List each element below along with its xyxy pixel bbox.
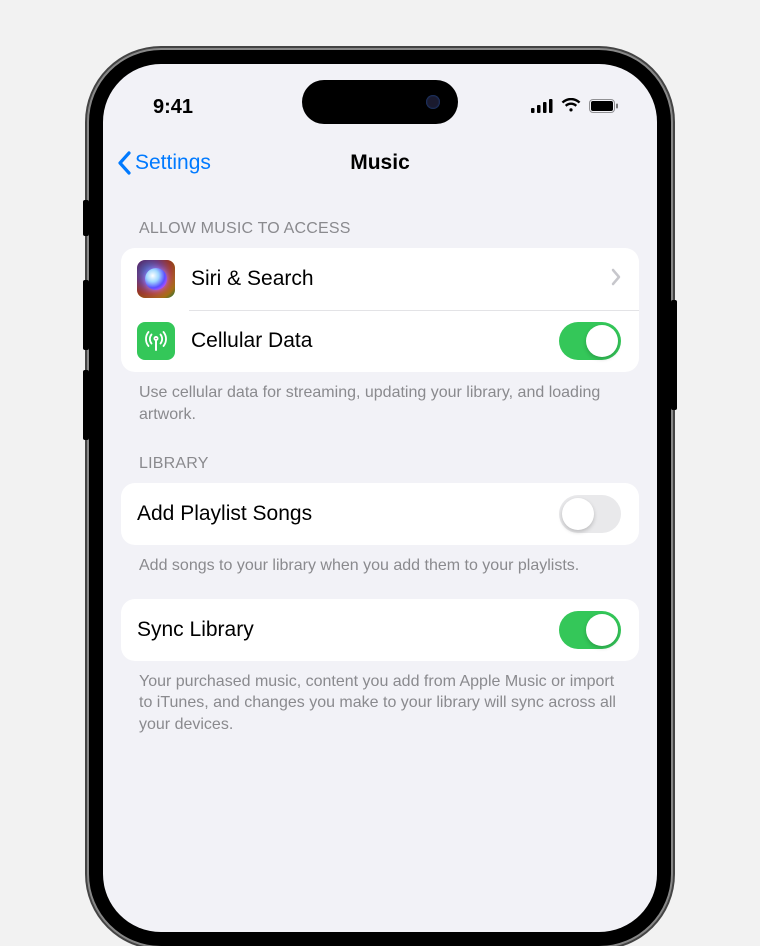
chevron-left-icon (117, 151, 131, 175)
page-title: Music (350, 151, 410, 175)
row-siri-search[interactable]: Siri & Search (121, 248, 639, 310)
section-header-access: Allow Music to Access (121, 190, 639, 248)
section-footer: Add songs to your library when you add t… (121, 545, 639, 577)
row-label: Sync Library (137, 618, 543, 642)
add-playlist-toggle[interactable] (559, 495, 621, 533)
antenna-icon (137, 322, 175, 360)
settings-content: Allow Music to Access Siri & Search Cell… (103, 190, 657, 736)
row-add-playlist-songs: Add Playlist Songs (121, 483, 639, 545)
back-label: Settings (135, 151, 211, 175)
mute-switch (83, 200, 89, 236)
volume-up-button (83, 280, 89, 350)
row-label: Add Playlist Songs (137, 502, 543, 526)
group-sync-library: Sync Library (121, 599, 639, 661)
wifi-icon (561, 96, 581, 119)
group-access: Siri & Search Cellular Data (121, 248, 639, 372)
row-sync-library: Sync Library (121, 599, 639, 661)
section-header-library: Library (121, 425, 639, 483)
back-button[interactable]: Settings (117, 151, 211, 175)
section-footer: Use cellular data for streaming, updatin… (121, 372, 639, 425)
status-time: 9:41 (153, 96, 193, 119)
nav-bar: Settings Music (103, 136, 657, 190)
row-label: Cellular Data (191, 329, 543, 353)
cellular-signal-icon (531, 96, 553, 119)
chevron-right-icon (611, 268, 621, 291)
siri-icon (137, 260, 175, 298)
row-cellular-data: Cellular Data (121, 310, 639, 372)
row-label: Siri & Search (191, 267, 595, 291)
front-camera (426, 95, 440, 109)
phone-frame: 9:41 Settings Music Allow Music t (89, 50, 671, 946)
cellular-data-toggle[interactable] (559, 322, 621, 360)
battery-icon (589, 96, 619, 119)
power-button (671, 300, 677, 410)
volume-down-button (83, 370, 89, 440)
dynamic-island (302, 80, 458, 124)
section-footer: Your purchased music, content you add fr… (121, 661, 639, 736)
screen: 9:41 Settings Music Allow Music t (103, 64, 657, 932)
sync-library-toggle[interactable] (559, 611, 621, 649)
group-add-playlist: Add Playlist Songs (121, 483, 639, 545)
